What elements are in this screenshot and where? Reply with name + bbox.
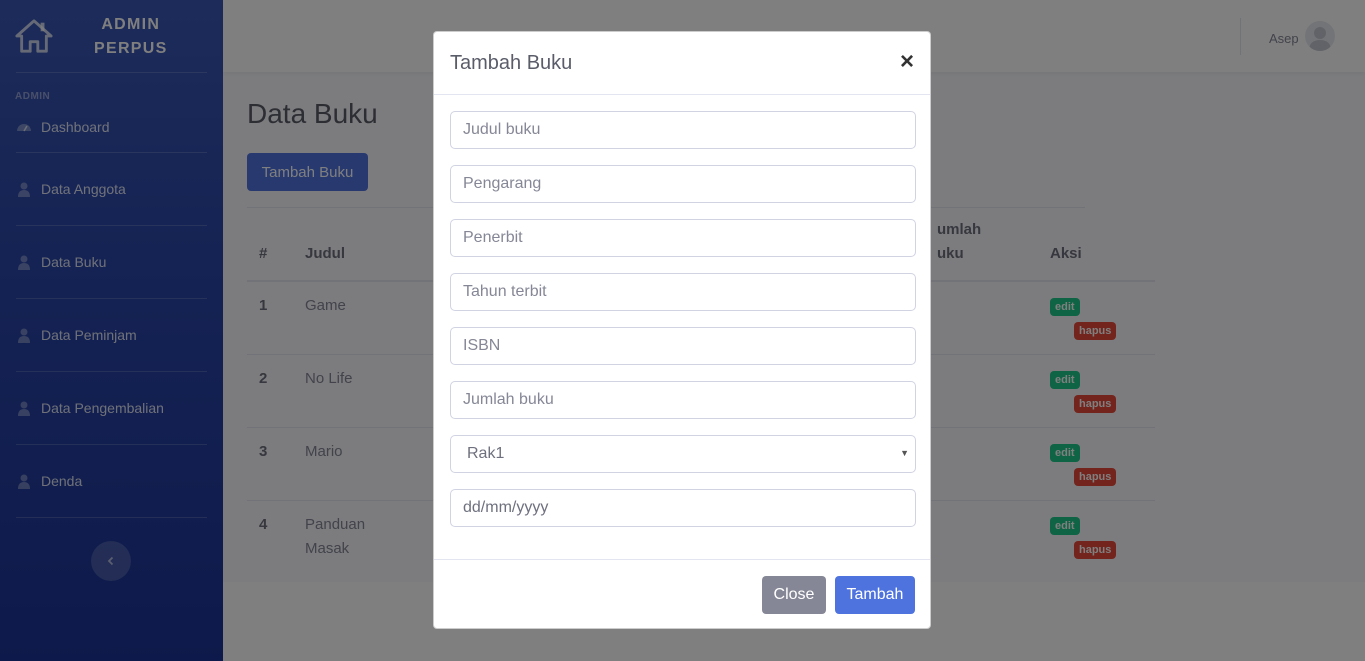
isbn-placeholder: ISBN	[463, 337, 501, 354]
title-placeholder: Judul buku	[463, 121, 541, 138]
quantity-field[interactable]: Jumlah buku	[450, 381, 916, 419]
modal-footer: Close Tambah	[434, 559, 930, 629]
date-placeholder: dd/mm/yyyy	[463, 499, 549, 516]
modal-body: Judul buku Pengarang Penerbit Tahun terb…	[434, 95, 930, 527]
publisher-field[interactable]: Penerbit	[450, 219, 916, 257]
title-field[interactable]: Judul buku	[450, 111, 916, 149]
isbn-field[interactable]: ISBN	[450, 327, 916, 365]
quantity-placeholder: Jumlah buku	[463, 391, 554, 408]
author-placeholder: Pengarang	[463, 175, 542, 192]
year-placeholder: Tahun terbit	[463, 283, 547, 300]
submit-button[interactable]: Tambah	[835, 576, 915, 614]
shelf-select[interactable]: Rak1 ▼	[450, 435, 916, 473]
publisher-placeholder: Penerbit	[463, 229, 523, 246]
shelf-selected-value: Rak1	[467, 445, 505, 462]
close-button[interactable]: Close	[762, 576, 826, 614]
year-field[interactable]: Tahun terbit	[450, 273, 916, 311]
date-field[interactable]: dd/mm/yyyy	[450, 489, 916, 527]
add-book-modal: Tambah Buku × Judul buku Pengarang Pener…	[433, 31, 931, 629]
author-field[interactable]: Pengarang	[450, 165, 916, 203]
modal-header: Tambah Buku ×	[434, 32, 930, 95]
modal-title: Tambah Buku	[450, 52, 573, 74]
dropdown-arrow-icon: ▼	[900, 448, 909, 458]
close-icon[interactable]: ×	[900, 50, 914, 74]
